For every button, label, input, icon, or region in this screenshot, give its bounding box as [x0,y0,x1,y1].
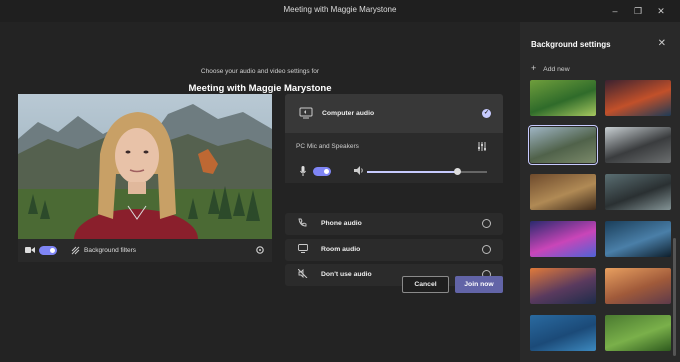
close-panel-icon[interactable]: ✕ [658,38,666,49]
background-thumbnail-pink-nebula[interactable] [530,221,596,257]
panel-scrollbar[interactable] [673,238,676,356]
background-filters-icon[interactable] [71,246,80,258]
audio-device-section: PC Mic and Speakers [285,133,503,183]
computer-audio-icon [299,107,313,122]
background-thumbnail-stone-arch[interactable] [605,127,671,163]
cancel-button[interactable]: Cancel [402,276,449,293]
no-audio-icon [297,268,308,280]
title-bar: Meeting with Maggie Marystone – ❐ ✕ [0,0,680,22]
background-thumbnail-dark-fortress[interactable] [605,174,671,210]
speaker-volume-fill [367,171,457,173]
phone-audio-radio[interactable] [482,219,491,228]
speaker-volume-thumb[interactable] [453,168,461,175]
background-thumbnail-blue-gradient[interactable] [530,315,596,351]
phone-audio-label: Phone audio [321,220,362,227]
camera-icon [25,246,35,257]
microphone-toggle[interactable] [313,167,331,176]
background-thumbnail-blue-forest[interactable] [605,221,671,257]
background-settings-panel: Background settings ✕ + Add new [520,22,680,362]
phone-audio-option[interactable]: Phone audio [285,213,503,235]
plus-icon: + [531,63,537,73]
background-thumbnail-sunset-town[interactable] [530,268,596,304]
maximize-icon[interactable]: ❐ [631,4,645,18]
no-audio-label: Don't use audio [321,271,372,278]
background-filters-label[interactable]: Background filters [84,247,136,254]
background-thumbnail-canyon-sunset[interactable] [605,268,671,304]
computer-audio-label: Computer audio [322,110,375,117]
background-thumbnail-game-ruins[interactable] [605,80,671,116]
room-audio-label: Room audio [321,246,361,253]
background-thumbnail-desert-street[interactable] [530,174,596,210]
selected-check-icon: ✓ [482,109,491,118]
microphone-icon [300,166,306,179]
add-new-button[interactable]: + Add new [531,63,570,73]
device-settings-sliders-icon[interactable] [477,142,487,154]
meeting-title: Meeting with Maggie Marystone [188,83,332,94]
audio-device-label[interactable]: PC Mic and Speakers [296,143,359,150]
room-audio-option[interactable]: Room audio [285,239,503,261]
speaker-icon [354,166,364,178]
device-settings-gear-icon[interactable] [255,245,265,258]
camera-toggle[interactable] [39,246,57,255]
computer-audio-option[interactable]: Computer audio ✓ [285,94,503,133]
window-title: Meeting with Maggie Marystone [283,5,397,14]
background-thumbnail-mountain-valley[interactable] [528,125,598,165]
speaker-volume-slider[interactable] [367,168,487,175]
background-thumbnail-green-field[interactable] [605,315,671,351]
minimize-icon[interactable]: – [608,4,622,18]
prejoin-subtitle: Choose your audio and video settings for [200,68,320,75]
video-controls-bar: Background filters [18,239,272,262]
room-audio-radio[interactable] [482,245,491,254]
background-thumbnail-game-village[interactable] [530,80,596,116]
phone-icon [298,218,307,229]
background-settings-title: Background settings [531,40,611,49]
video-preview [18,94,272,239]
close-window-icon[interactable]: ✕ [654,4,668,18]
add-new-label: Add new [543,66,570,73]
monitor-icon [298,244,308,255]
join-now-button[interactable]: Join now [455,276,503,293]
